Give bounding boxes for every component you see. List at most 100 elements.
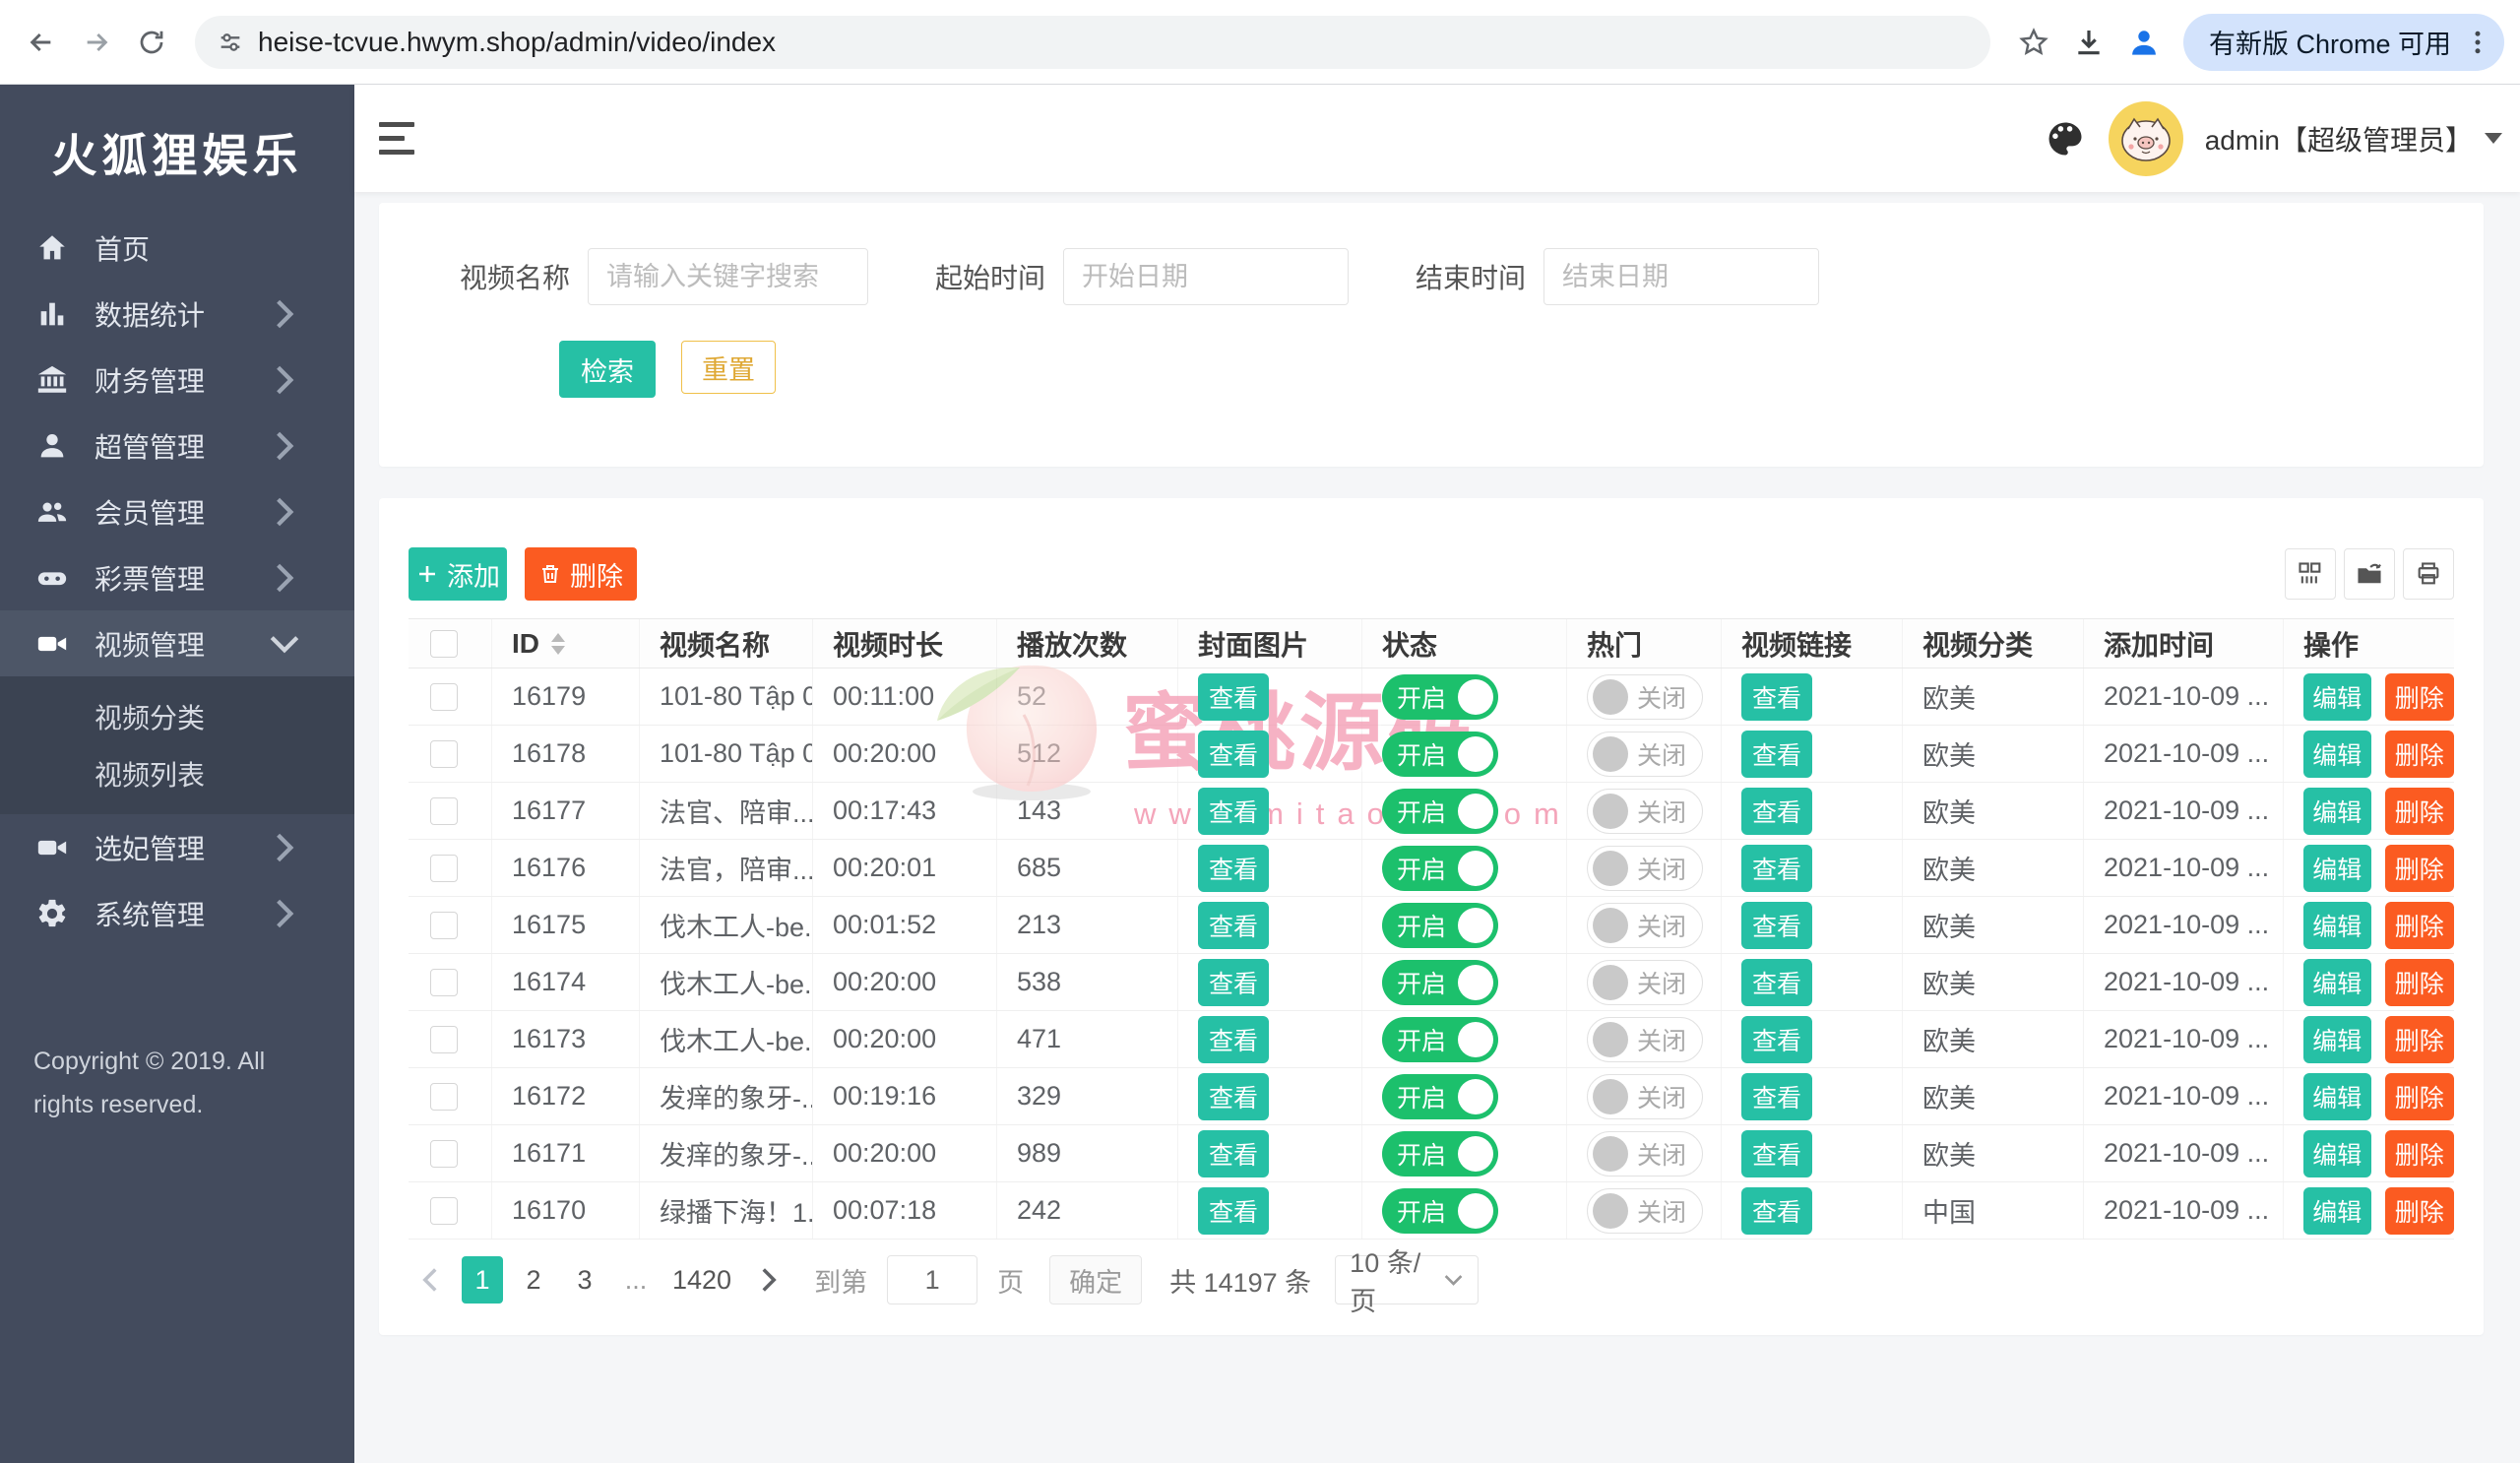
- avatar[interactable]: [2109, 101, 2183, 176]
- link-view-button[interactable]: 查看: [1741, 1016, 1812, 1063]
- delete-button[interactable]: 删除: [2385, 731, 2454, 778]
- export-icon[interactable]: [2344, 548, 2395, 600]
- bulk-delete-button[interactable]: 删除: [525, 547, 637, 601]
- reload-icon[interactable]: [126, 17, 177, 68]
- back-icon[interactable]: [16, 17, 67, 68]
- end-date-input[interactable]: [1544, 248, 1819, 305]
- admin-dropdown[interactable]: admin【超级管理员】: [2205, 119, 2502, 159]
- status-toggle[interactable]: 开启: [1382, 1131, 1498, 1177]
- edit-button[interactable]: 编辑: [2303, 845, 2371, 892]
- cover-view-button[interactable]: 查看: [1198, 731, 1269, 778]
- bookmark-star-icon[interactable]: [2008, 17, 2059, 68]
- row-checkbox[interactable]: [430, 855, 458, 882]
- status-toggle[interactable]: 开启: [1382, 1188, 1498, 1234]
- hot-toggle[interactable]: 关闭: [1587, 1188, 1703, 1234]
- hot-toggle[interactable]: 关闭: [1587, 789, 1703, 834]
- status-toggle[interactable]: 开启: [1382, 789, 1498, 834]
- cover-view-button[interactable]: 查看: [1198, 902, 1269, 949]
- hot-toggle[interactable]: 关闭: [1587, 903, 1703, 948]
- edit-button[interactable]: 编辑: [2303, 1016, 2371, 1063]
- delete-button[interactable]: 删除: [2385, 1187, 2454, 1235]
- search-button[interactable]: 检索: [559, 341, 656, 398]
- page-number[interactable]: 2: [513, 1256, 554, 1304]
- status-toggle[interactable]: 开启: [1382, 846, 1498, 891]
- row-checkbox[interactable]: [430, 740, 458, 768]
- row-checkbox[interactable]: [430, 797, 458, 825]
- row-checkbox[interactable]: [430, 912, 458, 939]
- page-number[interactable]: 1420: [666, 1256, 737, 1304]
- edit-button[interactable]: 编辑: [2303, 788, 2371, 835]
- hot-toggle[interactable]: 关闭: [1587, 674, 1703, 720]
- page-number[interactable]: 3: [564, 1256, 605, 1304]
- add-button[interactable]: 添加: [409, 547, 507, 601]
- link-view-button[interactable]: 查看: [1741, 673, 1812, 721]
- sidebar-item-home[interactable]: 首页: [0, 215, 354, 281]
- sort-icon[interactable]: [551, 633, 565, 655]
- menu-toggle-icon[interactable]: [379, 113, 430, 164]
- hot-toggle[interactable]: 关闭: [1587, 1131, 1703, 1177]
- status-toggle[interactable]: 开启: [1382, 732, 1498, 777]
- page-number[interactable]: 1: [462, 1256, 503, 1304]
- status-toggle[interactable]: 开启: [1382, 674, 1498, 720]
- prev-page-icon[interactable]: [409, 1256, 452, 1304]
- select-all-checkbox[interactable]: [430, 630, 458, 658]
- forward-icon[interactable]: [71, 17, 122, 68]
- status-toggle[interactable]: 开启: [1382, 903, 1498, 948]
- hot-toggle[interactable]: 关闭: [1587, 1074, 1703, 1119]
- cover-view-button[interactable]: 查看: [1198, 788, 1269, 835]
- delete-button[interactable]: 删除: [2385, 902, 2454, 949]
- edit-button[interactable]: 编辑: [2303, 673, 2371, 721]
- delete-button[interactable]: 删除: [2385, 1016, 2454, 1063]
- edit-button[interactable]: 编辑: [2303, 1130, 2371, 1177]
- theme-palette-icon[interactable]: [2044, 117, 2087, 160]
- edit-button[interactable]: 编辑: [2303, 1187, 2371, 1235]
- link-view-button[interactable]: 查看: [1741, 1130, 1812, 1177]
- row-checkbox[interactable]: [430, 969, 458, 996]
- link-view-button[interactable]: 查看: [1741, 845, 1812, 892]
- cover-view-button[interactable]: 查看: [1198, 1130, 1269, 1177]
- delete-button[interactable]: 删除: [2385, 1130, 2454, 1177]
- video-name-input[interactable]: [588, 248, 868, 305]
- hot-toggle[interactable]: 关闭: [1587, 1017, 1703, 1062]
- site-settings-icon[interactable]: [217, 29, 244, 56]
- link-view-button[interactable]: 查看: [1741, 902, 1812, 949]
- row-checkbox[interactable]: [430, 1026, 458, 1053]
- sidebar-item-finance[interactable]: 财务管理: [0, 347, 354, 413]
- edit-button[interactable]: 编辑: [2303, 1073, 2371, 1120]
- sidebar-item-girls[interactable]: 选妃管理: [0, 814, 354, 880]
- print-icon[interactable]: [2403, 548, 2454, 600]
- cover-view-button[interactable]: 查看: [1198, 1187, 1269, 1235]
- row-checkbox[interactable]: [430, 683, 458, 711]
- sidebar-item-video[interactable]: 视频管理: [0, 610, 354, 676]
- row-checkbox[interactable]: [430, 1083, 458, 1111]
- cover-view-button[interactable]: 查看: [1198, 959, 1269, 1006]
- hot-toggle[interactable]: 关闭: [1587, 732, 1703, 777]
- edit-button[interactable]: 编辑: [2303, 731, 2371, 778]
- edit-button[interactable]: 编辑: [2303, 902, 2371, 949]
- sidebar-item-video-category[interactable]: 视频分类: [0, 688, 354, 745]
- row-checkbox[interactable]: [430, 1197, 458, 1225]
- cover-view-button[interactable]: 查看: [1198, 1016, 1269, 1063]
- sidebar-item-system[interactable]: 系统管理: [0, 880, 354, 946]
- delete-button[interactable]: 删除: [2385, 673, 2454, 721]
- sidebar-item-stats[interactable]: 数据统计: [0, 281, 354, 347]
- hot-toggle[interactable]: 关闭: [1587, 846, 1703, 891]
- link-view-button[interactable]: 查看: [1741, 731, 1812, 778]
- link-view-button[interactable]: 查看: [1741, 1187, 1812, 1235]
- link-view-button[interactable]: 查看: [1741, 959, 1812, 1006]
- link-view-button[interactable]: 查看: [1741, 788, 1812, 835]
- hot-toggle[interactable]: 关闭: [1587, 960, 1703, 1005]
- delete-button[interactable]: 删除: [2385, 959, 2454, 1006]
- row-checkbox[interactable]: [430, 1140, 458, 1168]
- column-filter-icon[interactable]: [2285, 548, 2336, 600]
- cover-view-button[interactable]: 查看: [1198, 845, 1269, 892]
- sidebar-item-members[interactable]: 会员管理: [0, 478, 354, 544]
- next-page-icon[interactable]: [747, 1256, 790, 1304]
- chrome-update-badge[interactable]: 有新版 Chrome 可用: [2183, 14, 2504, 71]
- status-toggle[interactable]: 开启: [1382, 1074, 1498, 1119]
- url-bar[interactable]: heise-tcvue.hwym.shop/admin/video/index: [195, 16, 1990, 69]
- sidebar-item-lottery[interactable]: 彩票管理: [0, 544, 354, 610]
- sidebar-item-video-list[interactable]: 视频列表: [0, 745, 354, 802]
- download-icon[interactable]: [2063, 17, 2114, 68]
- reset-button[interactable]: 重置: [681, 341, 776, 394]
